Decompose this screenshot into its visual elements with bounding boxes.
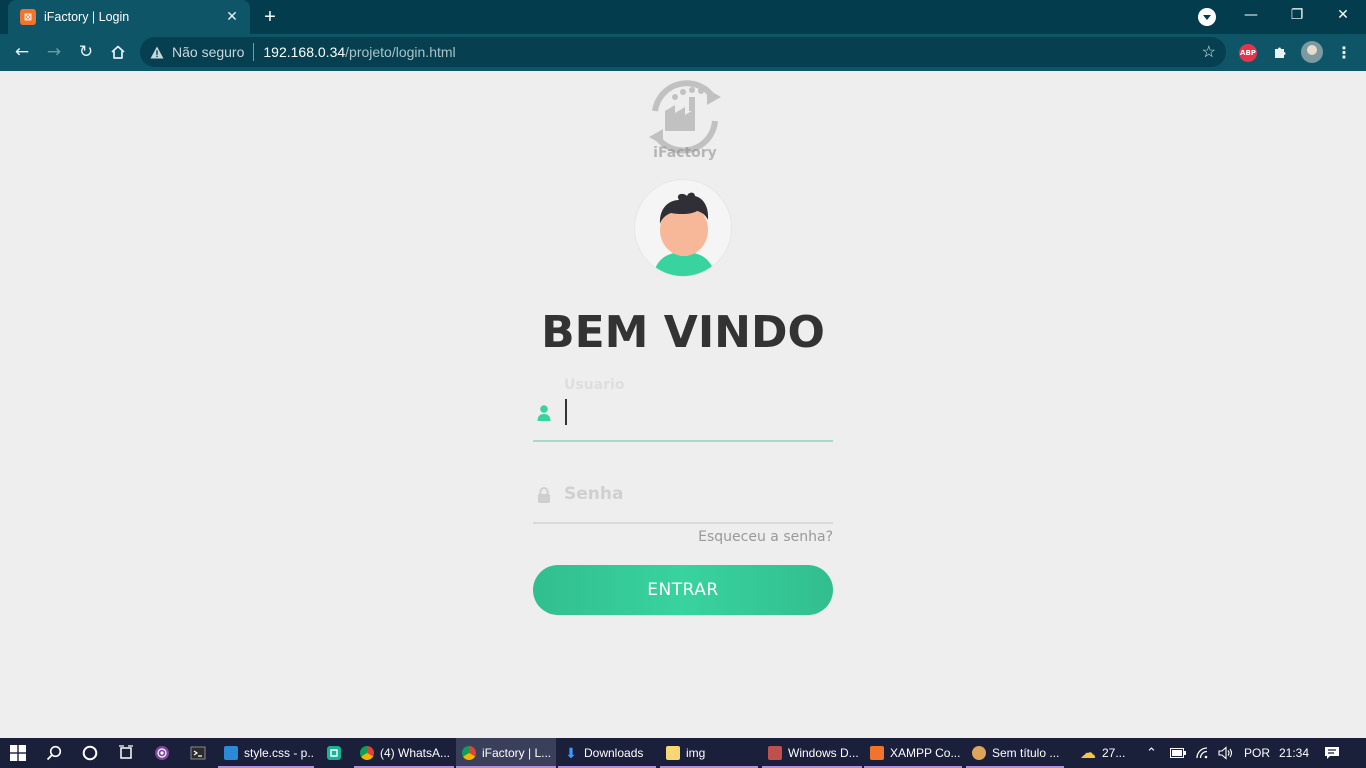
taskbar-app-label: iFactory | L... — [482, 746, 552, 760]
windows-defender-icon — [768, 746, 782, 760]
password-input[interactable] — [564, 476, 824, 512]
taskbar-app-downloads[interactable]: ⬇ Downloads — [558, 738, 656, 768]
taskbar-app-label: (4) WhatsA... — [380, 746, 451, 760]
language-indicator[interactable]: POR — [1244, 738, 1270, 768]
restore-button[interactable]: ❐ — [1274, 0, 1320, 30]
taskbar-app-label: Windows D... — [788, 746, 859, 760]
new-tab-button[interactable]: + — [259, 6, 281, 28]
logo-text: iFactory — [653, 145, 717, 161]
url-host: 192.168.0.34 — [263, 44, 346, 60]
folder-icon — [666, 746, 680, 760]
password-field[interactable]: Senha — [533, 470, 833, 524]
browser-tab[interactable]: ⊠ iFactory | Login ✕ — [8, 0, 250, 34]
login-button[interactable]: ENTRAR — [533, 565, 833, 615]
warning-icon — [150, 46, 164, 58]
weather-widget[interactable]: ☁ 27... — [1080, 738, 1125, 768]
taskbar-app-vscode[interactable]: style.css - p... — [218, 738, 314, 768]
username-field[interactable]: Usuario — [533, 377, 833, 442]
extensions-puzzle-icon[interactable] — [1271, 43, 1289, 61]
adblock-plus-icon[interactable]: ABP — [1239, 44, 1257, 62]
address-bar[interactable]: Não seguro 192.168.0.34/projeto/login.ht… — [140, 37, 1226, 67]
taskbar-app-label: img — [686, 746, 706, 760]
taskbar-app-img-folder[interactable]: img — [660, 738, 758, 768]
login-page: iFactory BEM VINDO Usuario Senha Esquece… — [0, 71, 1366, 738]
text-caret — [565, 399, 567, 425]
taskbar-app-windows-defender[interactable]: Windows D... — [762, 738, 862, 768]
welcome-heading: BEM VINDO — [541, 307, 825, 358]
cortana-icon[interactable] — [72, 738, 108, 768]
minimize-button[interactable]: — — [1228, 0, 1274, 30]
lock-icon — [538, 487, 550, 503]
browser-tab-strip: ⊠ iFactory | Login ✕ + — ❐ ✕ — [0, 0, 1366, 34]
volume-icon[interactable] — [1218, 738, 1234, 768]
back-icon[interactable]: ← — [10, 40, 34, 64]
weather-text: 27... — [1102, 746, 1126, 760]
tor-browser-icon[interactable] — [144, 738, 180, 768]
wifi-icon[interactable] — [1196, 738, 1210, 768]
security-indicator[interactable]: Não seguro — [172, 44, 244, 60]
search-icon[interactable] — [36, 738, 72, 768]
code-editor-icon[interactable] — [316, 738, 352, 768]
clock[interactable]: 21:34 — [1279, 738, 1309, 768]
download-folder-icon: ⬇ — [565, 745, 577, 761]
xampp-icon — [870, 746, 884, 760]
url-path: /projeto/login.html — [345, 44, 456, 60]
user-avatar — [634, 179, 732, 277]
paint-icon — [972, 746, 986, 760]
home-icon[interactable] — [106, 40, 130, 64]
taskbar-app-label: Sem título ... — [992, 746, 1060, 760]
chrome-icon — [360, 746, 374, 760]
windows-start-icon[interactable] — [0, 738, 36, 768]
kebab-menu-icon[interactable]: ⋮ — [1336, 42, 1352, 62]
forward-icon[interactable]: → — [42, 40, 66, 64]
taskbar-app-xampp[interactable]: XAMPP Co... — [864, 738, 962, 768]
vscode-icon — [224, 746, 238, 760]
taskbar-app-label: style.css - p... — [244, 746, 314, 760]
taskbar-app-label: XAMPP Co... — [890, 746, 961, 760]
terminal-icon[interactable] — [180, 738, 216, 768]
divider — [253, 43, 255, 61]
taskbar-app-ifactory-chrome[interactable]: iFactory | L... — [456, 738, 556, 768]
tab-search-icon[interactable] — [1198, 8, 1216, 26]
taskbar-app-label: Downloads — [584, 746, 644, 760]
taskbar-app-whatsapp-chrome[interactable]: (4) WhatsA... — [354, 738, 454, 768]
browser-toolbar: ← → ↻ Não seguro 192.168.0.34/projeto/lo… — [0, 34, 1366, 71]
bookmark-star-icon[interactable]: ☆ — [1202, 42, 1216, 62]
notifications-icon[interactable] — [1324, 738, 1340, 768]
chevron-up-icon[interactable]: ⌃ — [1146, 738, 1157, 768]
username-label: Usuario — [564, 377, 625, 393]
task-view-icon[interactable] — [108, 738, 144, 768]
chrome-icon — [462, 746, 476, 760]
user-icon — [537, 405, 551, 421]
reload-icon[interactable]: ↻ — [74, 40, 98, 64]
taskbar-app-paint[interactable]: Sem título ... — [966, 738, 1064, 768]
close-window-button[interactable]: ✕ — [1320, 0, 1366, 30]
profile-avatar[interactable] — [1301, 41, 1323, 63]
close-icon[interactable]: ✕ — [224, 9, 240, 25]
username-input[interactable] — [564, 394, 824, 430]
windows-taskbar: style.css - p... (4) WhatsA... iFactory … — [0, 738, 1366, 768]
forgot-password-link[interactable]: Esqueceu a senha? — [633, 529, 833, 545]
tab-title: iFactory | Login — [44, 10, 130, 24]
battery-icon[interactable] — [1170, 738, 1186, 768]
xampp-icon: ⊠ — [20, 9, 36, 25]
weather-icon: ☁ — [1080, 745, 1096, 762]
